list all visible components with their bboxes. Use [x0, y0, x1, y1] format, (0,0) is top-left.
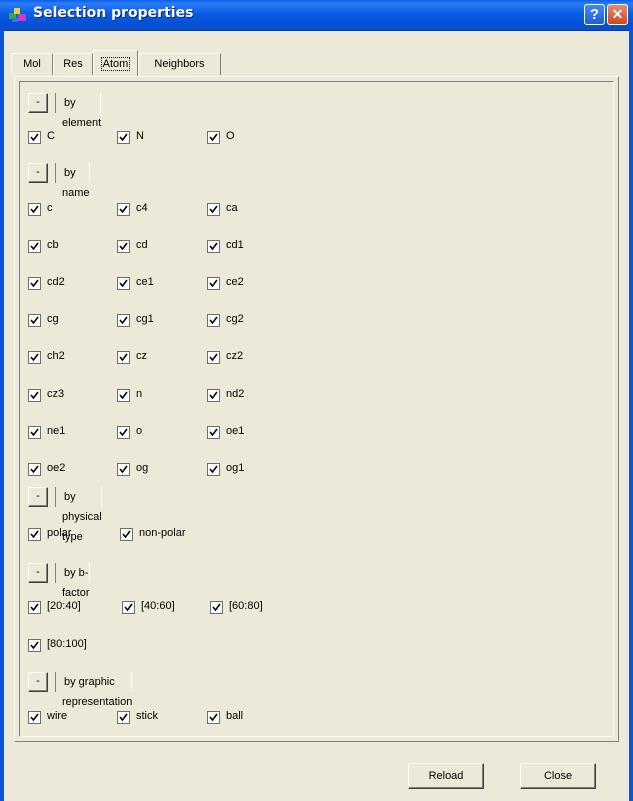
- checkbox-name-label: cz2: [226, 350, 244, 362]
- by-bfactor-label: by b-factor: [55, 563, 90, 599]
- window-frame-right: [629, 30, 633, 801]
- by-element-label: by element: [55, 93, 101, 129]
- tab-res[interactable]: Res: [53, 53, 93, 75]
- by-graphic-label: by graphic representation: [55, 672, 132, 708]
- tab-neighbors[interactable]: Neighbors: [138, 53, 221, 75]
- tab-atom[interactable]: Atom: [93, 50, 138, 76]
- checkbox-name-label: cd: [136, 239, 148, 251]
- checkbox-name-label: nd2: [226, 388, 245, 400]
- checkbox-name-label: og1: [226, 462, 245, 474]
- window-frame-left: [0, 30, 4, 801]
- checkbox-name-label: cz3: [47, 388, 65, 400]
- reload-button[interactable]: Reload: [408, 763, 484, 789]
- help-button[interactable]: ?: [584, 4, 605, 25]
- checkbox-name-label: oe1: [226, 425, 245, 437]
- title-bar[interactable]: Selection properties ? ✕: [0, 0, 633, 31]
- checkbox-name-label: o: [136, 425, 143, 437]
- checkbox-name-label: cg2: [226, 313, 244, 325]
- by-bfactor-toggle-button[interactable]: -: [28, 563, 48, 583]
- window-title: Selection properties: [33, 5, 194, 21]
- checkbox-name-label: c4: [136, 202, 148, 214]
- checkbox-name-label: cb: [47, 239, 59, 251]
- by-physical-type-toggle-button[interactable]: -: [28, 487, 48, 507]
- close-window-button[interactable]: ✕: [607, 4, 628, 25]
- close-button[interactable]: Close: [520, 763, 596, 789]
- checkbox-name-label: oe2: [47, 462, 66, 474]
- by-physical-type-label: by physical type: [55, 487, 102, 543]
- checkbox-name-label: cd2: [47, 276, 65, 288]
- tab-panel: [14, 76, 619, 742]
- checkbox-name-label: cg: [47, 313, 59, 325]
- by-name-toggle-button[interactable]: -: [28, 163, 48, 183]
- checkbox-name-label: c: [47, 202, 53, 214]
- by-name-label: by name: [55, 163, 90, 199]
- checkbox-name-label: cg1: [136, 313, 154, 325]
- panel-frame: [19, 81, 614, 737]
- tab-res-label: Res: [63, 58, 83, 70]
- tab-mol-label: Mol: [23, 58, 41, 70]
- checkbox-name-label: ce1: [136, 276, 154, 288]
- checkbox-name-label: n: [136, 388, 143, 400]
- checkbox-name-label: ce2: [226, 276, 244, 288]
- by-element-toggle-button[interactable]: -: [28, 93, 48, 113]
- tab-neighbors-label: Neighbors: [154, 58, 205, 70]
- checkbox-name-label: cd1: [226, 239, 244, 251]
- checkbox-name-label: og: [136, 462, 149, 474]
- tab-mol[interactable]: Mol: [11, 53, 53, 75]
- checkbox-name-label: ch2: [47, 350, 65, 362]
- by-graphic-toggle-button[interactable]: -: [28, 672, 48, 692]
- checkbox-name-label: cz: [136, 350, 147, 362]
- checkbox-name-label: ne1: [47, 425, 66, 437]
- checkbox-name-label: ca: [226, 202, 238, 214]
- tab-atom-label: Atom: [100, 57, 131, 71]
- app-icon: [9, 8, 26, 22]
